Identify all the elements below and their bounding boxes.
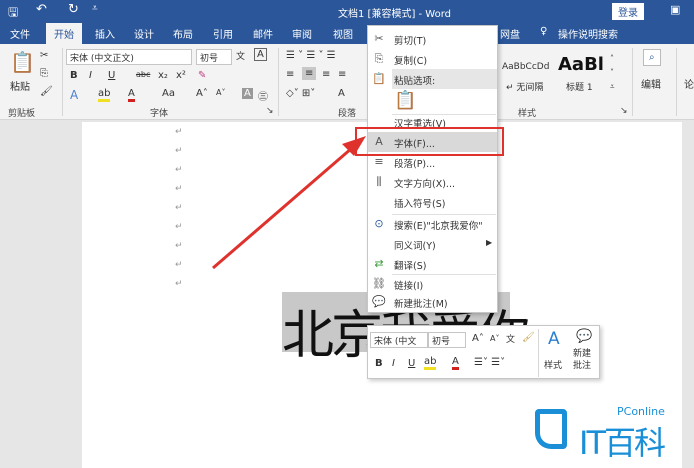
submenu-arrow-icon: ▶ <box>486 238 493 247</box>
mini-new-comment-icon[interactable]: 💬 <box>576 329 592 344</box>
context-menu: ✂ 剪切(T) ⎘ 复制(C) 📋 粘贴选项: 📋 汉字重选(V) A 字体(F)...… <box>367 25 498 313</box>
mini-highlight-icon[interactable]: ab <box>424 356 437 370</box>
search-icon: ⊙ <box>374 217 384 230</box>
mini-bullets-icon[interactable]: ☰˅ ☰˅ <box>474 357 505 368</box>
link-icon: ⛓ <box>372 277 386 290</box>
mini-styles-button[interactable]: 样式 <box>544 358 562 371</box>
menu-item-translate[interactable]: ⇄ 翻译(S) <box>368 254 497 274</box>
mini-new-comment-button[interactable]: 新建批注 <box>573 348 595 372</box>
mini-toolbar: 宋体 (中文 初号 A˄ A˅ 文 🖌 B I U ab A ☰˅ ☰˅ A 样… <box>367 325 600 379</box>
menu-item-copy[interactable]: ⎘ 复制(C) <box>368 49 497 69</box>
paste-keep-text-icon[interactable]: 📋 <box>394 90 416 111</box>
divider <box>538 329 539 377</box>
mini-shrink-font-icon[interactable]: A˅ <box>490 334 499 343</box>
logo-brand: PConline <box>617 405 665 418</box>
mini-styles-icon[interactable]: A <box>548 329 560 349</box>
mini-phonetic-icon[interactable]: 文 <box>506 332 515 345</box>
menu-item-new-comment[interactable]: 💬 新建批注(M) <box>368 292 497 312</box>
logo-mark-icon <box>535 409 567 449</box>
scissors-icon: ✂ <box>374 32 384 45</box>
translate-icon: ⇄ <box>374 257 384 270</box>
watermark-logo: PConline IT百科 <box>535 405 685 463</box>
clipboard-icon: 📋 <box>372 72 386 85</box>
text-direction-icon: ⫼ <box>376 175 382 188</box>
mini-italic-button[interactable]: I <box>392 358 395 369</box>
menu-item-search[interactable]: ⊙ 搜索(E)"北京我爱你" <box>368 214 497 234</box>
mini-font-select[interactable]: 宋体 (中文 <box>370 332 428 348</box>
mini-format-painter-icon[interactable]: 🖌 <box>522 332 535 343</box>
mini-font-color-icon[interactable]: A <box>452 356 459 370</box>
menu-item-text-direction[interactable]: ⫼ 文字方向(X)... <box>368 172 497 192</box>
mini-size-select[interactable]: 初号 <box>428 332 466 348</box>
logo-name: IT百科 <box>579 424 666 462</box>
comment-icon: 💬 <box>372 295 386 308</box>
mini-bold-button[interactable]: B <box>375 358 383 369</box>
paragraph-icon: ≡ <box>374 155 384 168</box>
highlight-box <box>355 127 504 156</box>
mini-underline-button[interactable]: U <box>408 358 415 369</box>
menu-item-synonyms[interactable]: 同义词(Y) ▶ <box>368 234 497 254</box>
menu-item-insert-symbol[interactable]: 插入符号(S) <box>368 192 497 212</box>
red-arrow <box>212 136 366 270</box>
menu-item-cut[interactable]: ✂ 剪切(T) <box>368 29 497 49</box>
menu-paste-options-header: 📋 粘贴选项: <box>372 69 497 89</box>
menu-item-link[interactable]: ⛓ 链接(I) <box>368 274 497 294</box>
mini-grow-font-icon[interactable]: A˄ <box>472 333 484 344</box>
copy-icon: ⎘ <box>374 52 384 65</box>
